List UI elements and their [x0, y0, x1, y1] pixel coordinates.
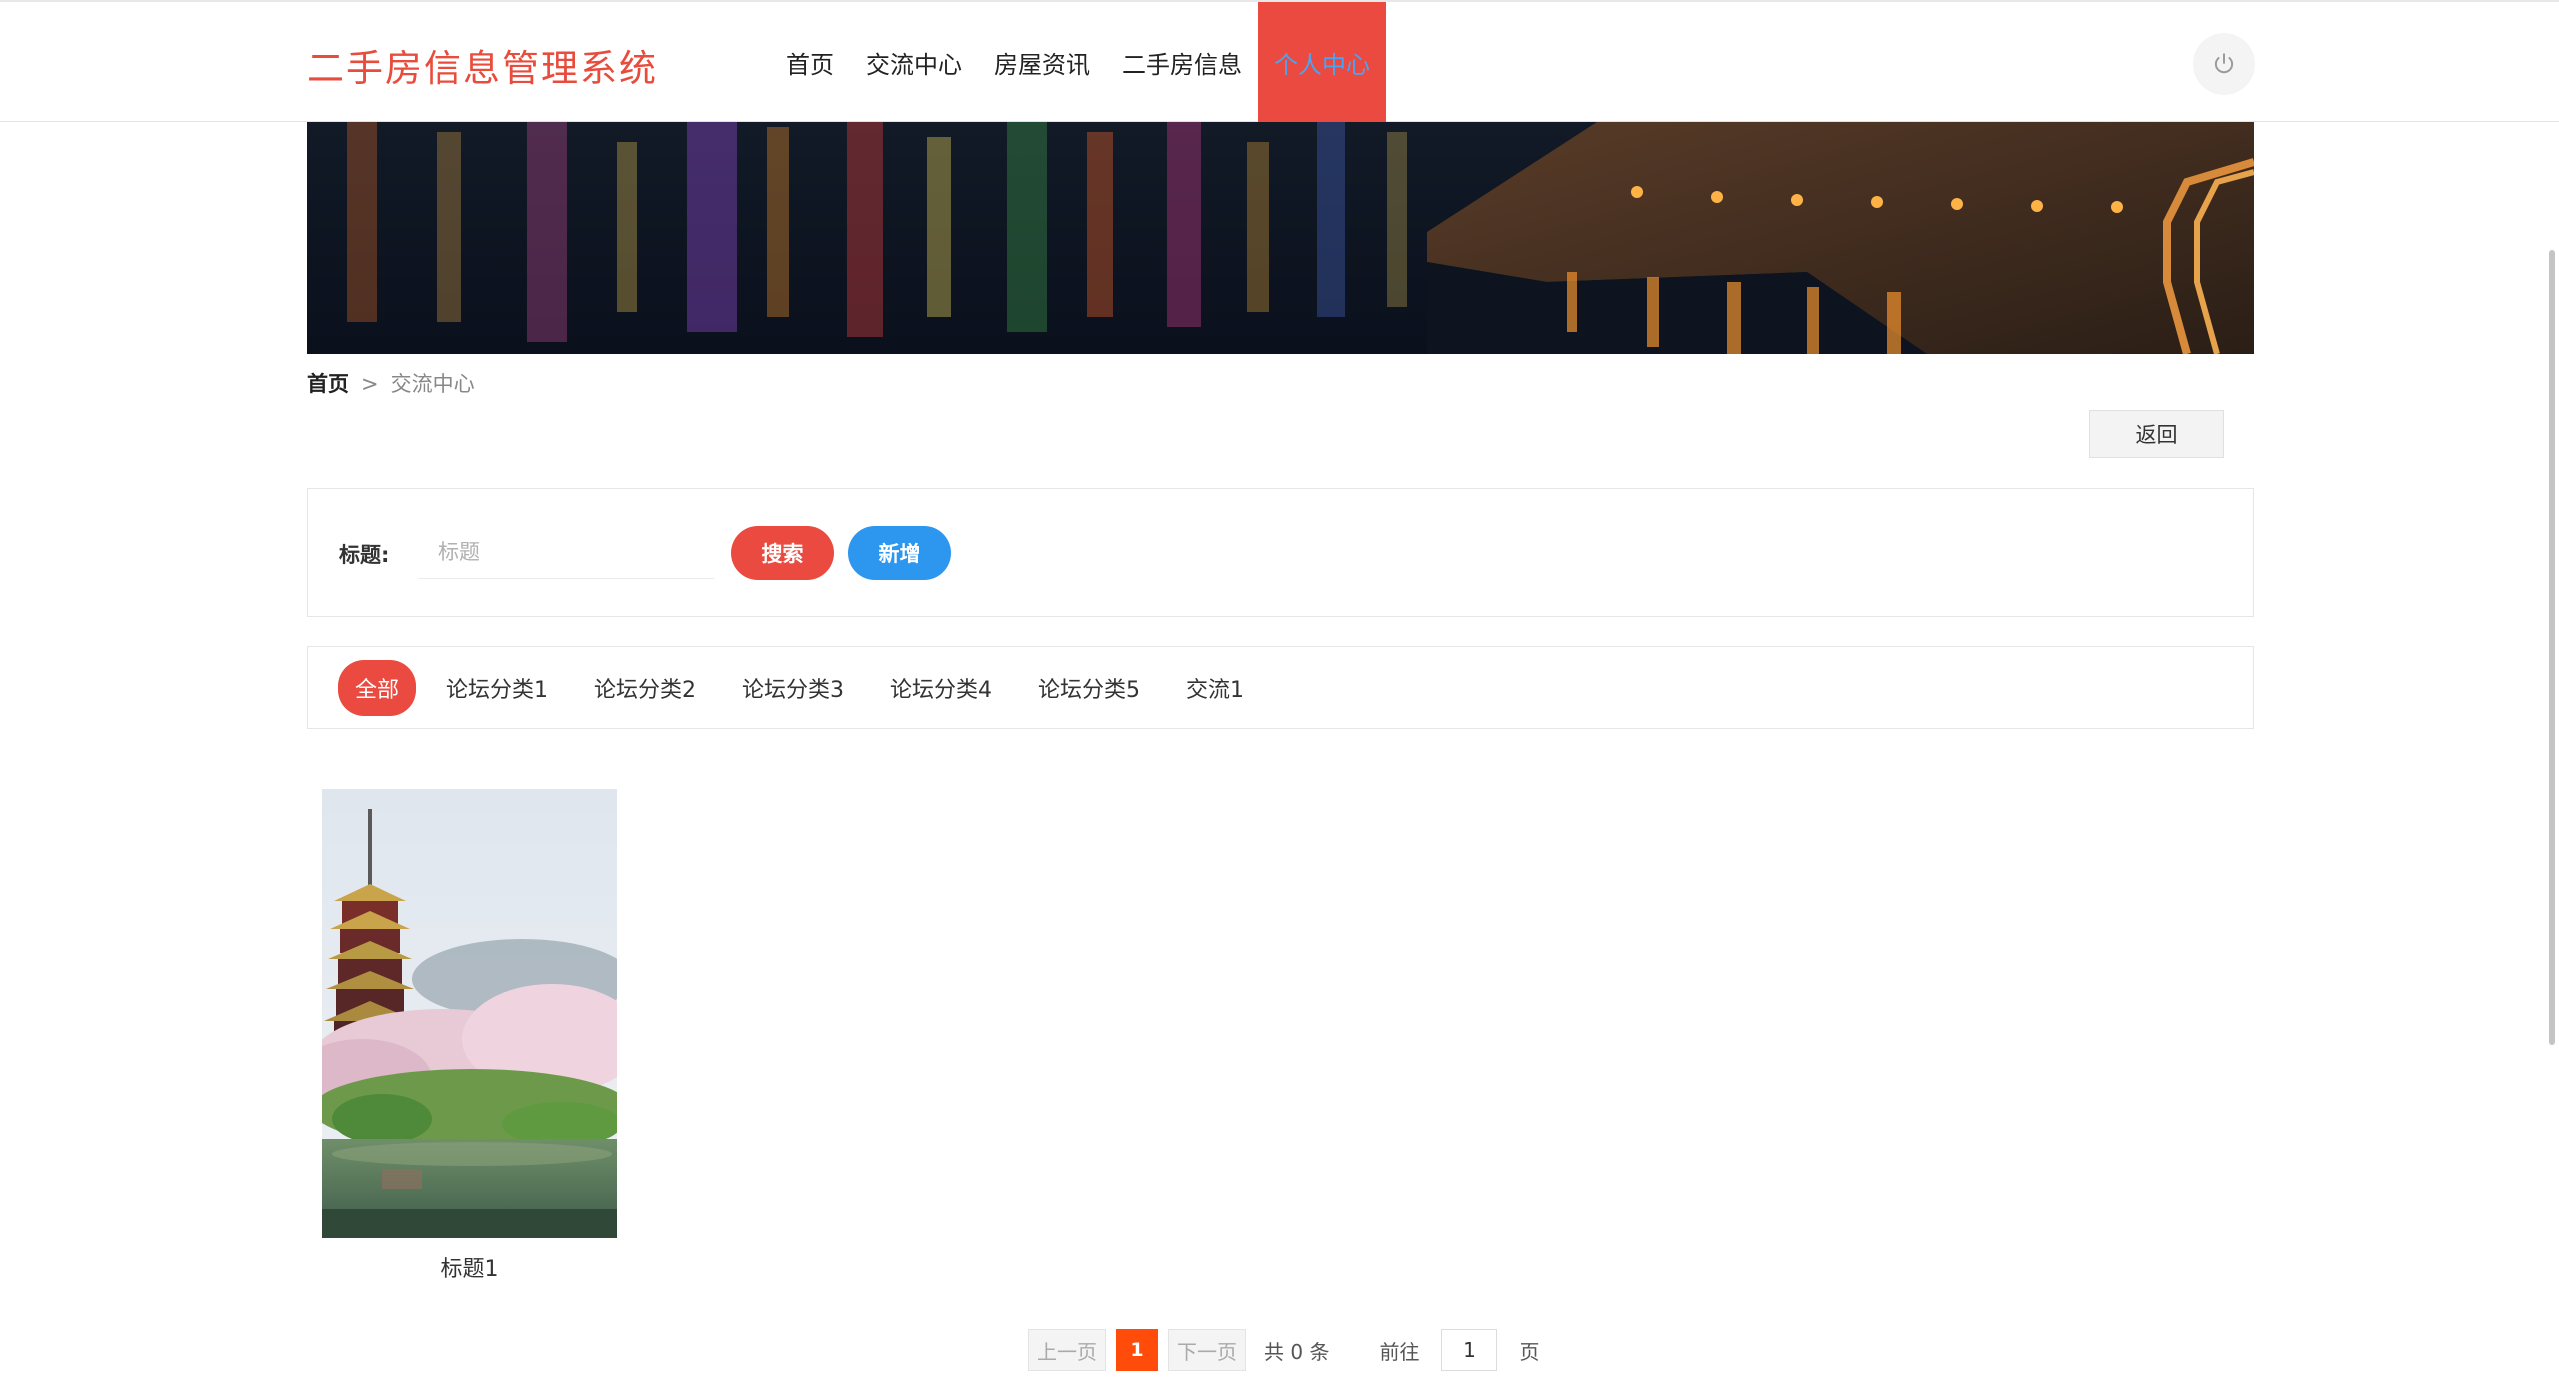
- title-search-input[interactable]: [418, 525, 714, 579]
- scrollbar-thumb[interactable]: [2549, 250, 2555, 1045]
- search-button[interactable]: 搜索: [731, 526, 834, 580]
- breadcrumb-home[interactable]: 首页: [307, 372, 349, 396]
- banner-image: [307, 122, 2254, 354]
- page-number-current[interactable]: 1: [1116, 1329, 1158, 1371]
- add-button[interactable]: 新增: [848, 526, 951, 580]
- breadcrumb-current: 交流中心: [390, 372, 475, 396]
- post-title[interactable]: 标题1: [322, 1251, 617, 1283]
- app-title: 二手房信息管理系统: [307, 47, 658, 90]
- pagination: 上一页 1 下一页 共 0 条 前往 1 页: [1028, 1328, 1539, 1372]
- category-filter: 全部 论坛分类1 论坛分类2 论坛分类3 论坛分类4 论坛分类5 交流1: [307, 646, 2254, 729]
- post-thumbnail[interactable]: [322, 789, 617, 1238]
- nav-item-listings[interactable]: 二手房信息: [1106, 2, 1258, 122]
- total-count: 共 0 条: [1264, 1339, 1330, 1364]
- nav-item-news[interactable]: 房屋资讯: [978, 2, 1106, 122]
- category-item[interactable]: 论坛分类2: [594, 672, 696, 704]
- goto-page-input[interactable]: 1: [1441, 1329, 1498, 1371]
- nav-item-home[interactable]: 首页: [770, 2, 850, 122]
- nav-item-forum[interactable]: 交流中心: [850, 2, 978, 122]
- logout-button[interactable]: [2193, 33, 2255, 95]
- category-all[interactable]: 全部: [338, 659, 417, 716]
- search-panel: 标题: 搜索 新增: [307, 488, 2254, 617]
- prev-page-button[interactable]: 上一页: [1028, 1329, 1106, 1371]
- category-item[interactable]: 交流1: [1186, 672, 1244, 704]
- power-icon: [2214, 53, 2234, 74]
- category-item[interactable]: 论坛分类5: [1038, 672, 1140, 704]
- back-button[interactable]: 返回: [2089, 410, 2224, 458]
- goto-label: 前往: [1379, 1339, 1420, 1364]
- post-card[interactable]: 标题1: [322, 789, 617, 1283]
- breadcrumb-separator: >: [361, 372, 379, 396]
- nav-item-personal-center[interactable]: 个人中心: [1258, 2, 1386, 122]
- title-label: 标题:: [339, 543, 390, 567]
- breadcrumb: 首页 > 交流中心: [307, 368, 475, 398]
- top-navbar: 二手房信息管理系统 首页 交流中心 房屋资讯 二手房信息 个人中心: [0, 0, 2559, 122]
- category-item[interactable]: 论坛分类3: [742, 672, 844, 704]
- category-item[interactable]: 论坛分类1: [446, 672, 548, 704]
- category-item[interactable]: 论坛分类4: [890, 672, 992, 704]
- next-page-button[interactable]: 下一页: [1168, 1329, 1246, 1371]
- main-nav: 首页 交流中心 房屋资讯 二手房信息 个人中心: [770, 2, 1386, 122]
- page-unit-label: 页: [1519, 1339, 1540, 1364]
